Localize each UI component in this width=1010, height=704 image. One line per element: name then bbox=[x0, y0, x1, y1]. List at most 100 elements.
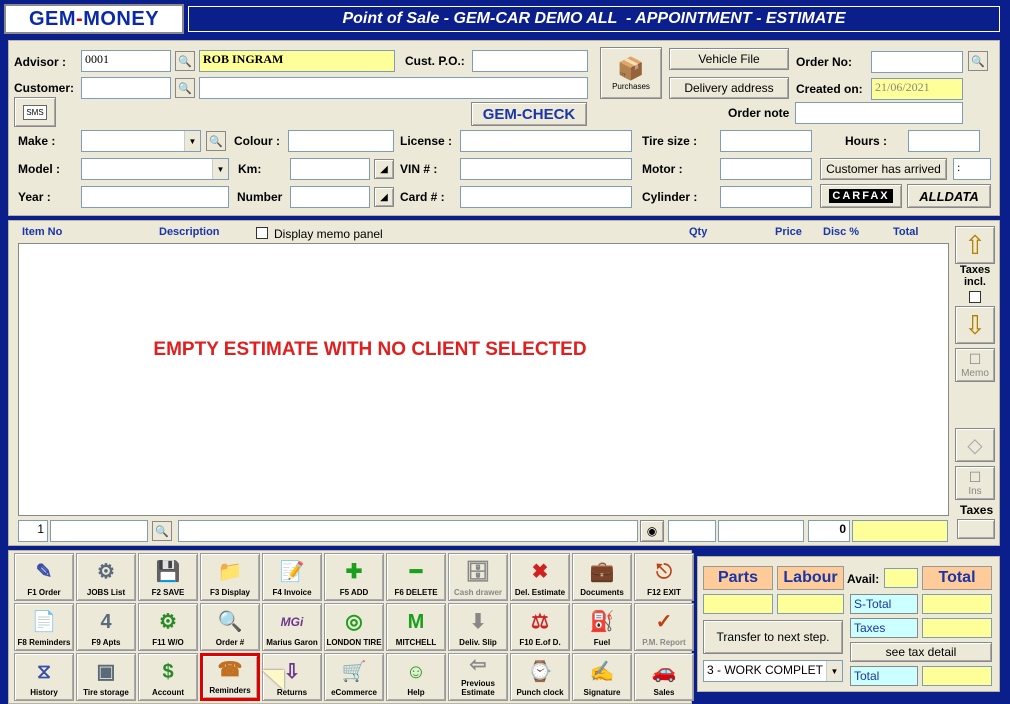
delivery-address-button[interactable]: Delivery address bbox=[669, 77, 789, 99]
vehicle-file-button[interactable]: Vehicle File bbox=[669, 48, 789, 70]
diamond-button[interactable]: ◇ bbox=[955, 428, 995, 462]
year-field[interactable] bbox=[81, 186, 229, 208]
make-lookup-button[interactable]: 🔍 bbox=[206, 131, 226, 151]
sms-button[interactable]: SMS bbox=[14, 97, 56, 127]
motor-field[interactable] bbox=[720, 158, 812, 180]
toolbar-button-order[interactable]: 🔍 Order # bbox=[200, 603, 260, 651]
card-field[interactable] bbox=[460, 186, 632, 208]
item-lookup-button[interactable]: 🔍 bbox=[152, 521, 172, 541]
toolbar-button-fuel[interactable]: ⛽ Fuel bbox=[572, 603, 632, 651]
make-select[interactable]: ▼ bbox=[81, 130, 201, 152]
toolbar-button-punch-clock[interactable]: ⌚ Punch clock bbox=[510, 653, 570, 701]
order-no-field[interactable] bbox=[871, 51, 963, 73]
toolbar-button-del-estimate[interactable]: ✖ Del. Estimate bbox=[510, 553, 570, 601]
taxes-incl-checkbox[interactable] bbox=[969, 291, 981, 303]
toolbar-button-london-tire[interactable]: ◎ LONDON TIRE bbox=[324, 603, 384, 651]
toolbar-button-signature[interactable]: ✍ Signature bbox=[572, 653, 632, 701]
toolbar-button-p-m-report[interactable]: ✓ P.M. Report bbox=[634, 603, 694, 651]
km-picker-button[interactable]: ◢ bbox=[374, 159, 394, 179]
item-description-field[interactable] bbox=[178, 520, 638, 542]
cylinder-field[interactable] bbox=[720, 186, 812, 208]
toolbar-button-f3-display[interactable]: 📁 F3 Display bbox=[200, 553, 260, 601]
toolbar-button-f2-save[interactable]: 💾 F2 SAVE bbox=[138, 553, 198, 601]
toolbar-button-f9-apts[interactable]: 4 F9 Apts bbox=[76, 603, 136, 651]
toolbar-button-jobs-list[interactable]: ⚙ JOBS List bbox=[76, 553, 136, 601]
customer-arrived-button[interactable]: Customer has arrived bbox=[820, 158, 947, 180]
price-field[interactable] bbox=[718, 520, 804, 542]
toolbar-button-deliv-slip[interactable]: ⬇ Deliv. Slip bbox=[448, 603, 508, 651]
customer-lookup-button[interactable]: 🔍 bbox=[175, 78, 195, 98]
toolbar-button-label: Sales bbox=[653, 688, 675, 697]
tire-size-label: Tire size : bbox=[642, 134, 698, 148]
toolbar-button-label: F8 Reminders bbox=[17, 638, 71, 647]
chevron-down-icon: ▼ bbox=[212, 159, 228, 179]
toolbar-button-reminders[interactable]: ☎ Reminders bbox=[200, 653, 260, 701]
toolbar-button-label: Cash drawer bbox=[453, 588, 503, 597]
item-code-field[interactable] bbox=[50, 520, 148, 542]
toolbar-button-label: Reminders bbox=[209, 686, 251, 695]
toolbar-button-f8-reminders[interactable]: 📄 F8 Reminders bbox=[14, 603, 74, 651]
number-field[interactable] bbox=[290, 186, 370, 208]
km-field[interactable] bbox=[290, 158, 370, 180]
toolbar-button-f1-order[interactable]: ✎ F1 Order bbox=[14, 553, 74, 601]
colour-field[interactable] bbox=[288, 130, 394, 152]
advisor-lookup-button[interactable]: 🔍 bbox=[175, 51, 195, 71]
move-down-button[interactable]: ⇩ bbox=[955, 306, 995, 344]
number-picker-button[interactable]: ◢ bbox=[374, 187, 394, 207]
taxes-button[interactable] bbox=[957, 519, 995, 539]
customer-code-field[interactable] bbox=[81, 77, 171, 99]
purchases-button[interactable]: 📦 Purchases bbox=[600, 47, 662, 99]
toolbar-button-f5-add[interactable]: ✚ F5 ADD bbox=[324, 553, 384, 601]
toolbar-button-f4-invoice[interactable]: 📝 F4 Invoice bbox=[262, 553, 322, 601]
workflow-step-select[interactable]: 3 - WORK COMPLET ▼ bbox=[703, 660, 843, 682]
order-note-field[interactable] bbox=[795, 102, 963, 124]
model-select[interactable]: ▼ bbox=[81, 158, 229, 180]
toolbar-button-marius-garon[interactable]: MGi Marius Garon bbox=[262, 603, 322, 651]
toolbar-button-f6-delete[interactable]: ━ F6 DELETE bbox=[386, 553, 446, 601]
insert-icon: ☐ bbox=[968, 469, 982, 485]
f4-invoice-icon: 📝 bbox=[279, 560, 305, 583]
toolbar-button-cash-drawer[interactable]: 🗄 Cash drawer bbox=[448, 553, 508, 601]
cust-po-field[interactable] bbox=[472, 50, 588, 72]
toolbar-button-label: Punch clock bbox=[516, 688, 564, 697]
customer-name-field[interactable] bbox=[199, 77, 588, 99]
toolbar-button-previous-estimate[interactable]: ⇦ Previous Estimate bbox=[448, 653, 508, 701]
toolbar-button-f10-e-of-d[interactable]: ⚖ F10 E.of D. bbox=[510, 603, 570, 651]
tire-button[interactable]: ◉ bbox=[640, 520, 664, 542]
cylinder-label: Cylinder : bbox=[642, 190, 698, 204]
toolbar-button-documents[interactable]: 💼 Documents bbox=[572, 553, 632, 601]
taxes-incl-label: Taxes incl. bbox=[959, 264, 991, 288]
gem-check-button[interactable]: GEM-CHECK bbox=[471, 102, 587, 126]
purchases-icon: 📦 bbox=[617, 55, 645, 81]
tire-size-field[interactable] bbox=[720, 130, 812, 152]
toolbar-button-history[interactable]: ⧖ History bbox=[14, 653, 74, 701]
advisor-name-field[interactable]: ROB INGRAM bbox=[199, 50, 395, 72]
toolbar-button-sales[interactable]: 🚗 Sales bbox=[634, 653, 694, 701]
memo-panel-checkbox[interactable] bbox=[256, 227, 268, 239]
vin-field[interactable] bbox=[460, 158, 632, 180]
order-lookup-button[interactable]: 🔍 bbox=[968, 51, 988, 71]
alldata-button[interactable]: ALLDATA bbox=[907, 184, 991, 208]
items-list[interactable] bbox=[18, 243, 949, 516]
memo-button[interactable]: ☐ Memo bbox=[955, 348, 995, 382]
see-tax-detail-button[interactable]: see tax detail bbox=[850, 642, 992, 662]
toolbar-button-label: Order # bbox=[215, 638, 245, 647]
license-field[interactable] bbox=[460, 130, 632, 152]
toolbar-button-f11-w-o[interactable]: ⚙ F11 W/O bbox=[138, 603, 198, 651]
transfer-next-step-button[interactable]: Transfer to next step. bbox=[703, 620, 843, 654]
toolbar-button-f12-exit[interactable]: ⎋ F12 EXIT bbox=[634, 553, 694, 601]
advisor-code-field[interactable]: 0001 bbox=[81, 50, 171, 72]
toolbar-button-tire-storage[interactable]: ▣ Tire storage bbox=[76, 653, 136, 701]
toolbar-button-ecommerce[interactable]: 🛒 eCommerce bbox=[324, 653, 384, 701]
order-no-label: Order No: bbox=[796, 55, 853, 69]
arrival-time-field[interactable]: : bbox=[953, 158, 991, 180]
hours-field[interactable] bbox=[908, 130, 980, 152]
qty-field[interactable] bbox=[668, 520, 716, 542]
f9-apts-icon: 4 bbox=[100, 610, 112, 633]
toolbar-button-help[interactable]: ☺ Help bbox=[386, 653, 446, 701]
toolbar-button-account[interactable]: $ Account bbox=[138, 653, 198, 701]
toolbar-button-mitchell[interactable]: M MITCHELL bbox=[386, 603, 446, 651]
ins-button[interactable]: ☐ Ins bbox=[955, 466, 995, 500]
move-up-button[interactable]: ⇧ bbox=[955, 226, 995, 264]
carfax-button[interactable]: CARFAX bbox=[820, 184, 902, 208]
